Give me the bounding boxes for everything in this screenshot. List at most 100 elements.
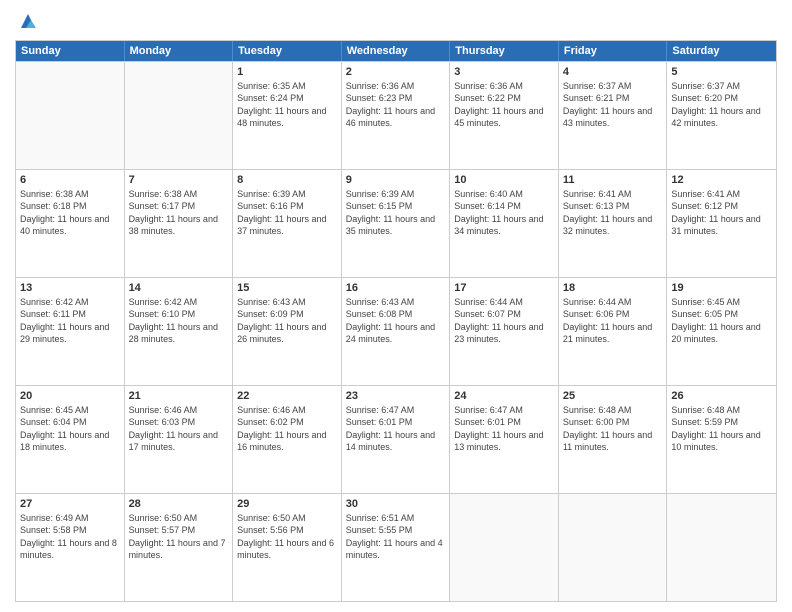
- logo-icon: [17, 10, 39, 32]
- day-cell: 16Sunrise: 6:43 AM Sunset: 6:08 PM Dayli…: [342, 278, 451, 385]
- cell-info: Sunrise: 6:50 AM Sunset: 5:57 PM Dayligh…: [129, 512, 229, 561]
- day-number: 25: [563, 389, 663, 403]
- header: [15, 10, 777, 32]
- weekday-header: Friday: [559, 41, 668, 61]
- day-cell: 21Sunrise: 6:46 AM Sunset: 6:03 PM Dayli…: [125, 386, 234, 493]
- calendar-row: 6Sunrise: 6:38 AM Sunset: 6:18 PM Daylig…: [16, 169, 776, 277]
- weekday-header: Sunday: [16, 41, 125, 61]
- day-number: 8: [237, 173, 337, 187]
- cell-info: Sunrise: 6:39 AM Sunset: 6:15 PM Dayligh…: [346, 188, 446, 237]
- cell-info: Sunrise: 6:50 AM Sunset: 5:56 PM Dayligh…: [237, 512, 337, 561]
- page: SundayMondayTuesdayWednesdayThursdayFrid…: [0, 0, 792, 612]
- calendar-row: 27Sunrise: 6:49 AM Sunset: 5:58 PM Dayli…: [16, 493, 776, 601]
- cell-info: Sunrise: 6:44 AM Sunset: 6:06 PM Dayligh…: [563, 296, 663, 345]
- cell-info: Sunrise: 6:46 AM Sunset: 6:02 PM Dayligh…: [237, 404, 337, 453]
- day-cell: 12Sunrise: 6:41 AM Sunset: 6:12 PM Dayli…: [667, 170, 776, 277]
- day-cell: 27Sunrise: 6:49 AM Sunset: 5:58 PM Dayli…: [16, 494, 125, 601]
- day-cell: 22Sunrise: 6:46 AM Sunset: 6:02 PM Dayli…: [233, 386, 342, 493]
- day-cell: 26Sunrise: 6:48 AM Sunset: 5:59 PM Dayli…: [667, 386, 776, 493]
- empty-cell: [667, 494, 776, 601]
- day-cell: 4Sunrise: 6:37 AM Sunset: 6:21 PM Daylig…: [559, 62, 668, 169]
- day-cell: 19Sunrise: 6:45 AM Sunset: 6:05 PM Dayli…: [667, 278, 776, 385]
- cell-info: Sunrise: 6:47 AM Sunset: 6:01 PM Dayligh…: [346, 404, 446, 453]
- cell-info: Sunrise: 6:37 AM Sunset: 6:21 PM Dayligh…: [563, 80, 663, 129]
- day-cell: 2Sunrise: 6:36 AM Sunset: 6:23 PM Daylig…: [342, 62, 451, 169]
- calendar-row: 1Sunrise: 6:35 AM Sunset: 6:24 PM Daylig…: [16, 61, 776, 169]
- day-number: 23: [346, 389, 446, 403]
- cell-info: Sunrise: 6:49 AM Sunset: 5:58 PM Dayligh…: [20, 512, 120, 561]
- day-number: 17: [454, 281, 554, 295]
- day-number: 11: [563, 173, 663, 187]
- weekday-header: Wednesday: [342, 41, 451, 61]
- day-number: 10: [454, 173, 554, 187]
- day-number: 3: [454, 65, 554, 79]
- logo: [15, 10, 39, 32]
- weekday-header: Thursday: [450, 41, 559, 61]
- day-number: 29: [237, 497, 337, 511]
- cell-info: Sunrise: 6:46 AM Sunset: 6:03 PM Dayligh…: [129, 404, 229, 453]
- day-number: 15: [237, 281, 337, 295]
- cell-info: Sunrise: 6:51 AM Sunset: 5:55 PM Dayligh…: [346, 512, 446, 561]
- cell-info: Sunrise: 6:38 AM Sunset: 6:17 PM Dayligh…: [129, 188, 229, 237]
- cell-info: Sunrise: 6:37 AM Sunset: 6:20 PM Dayligh…: [671, 80, 772, 129]
- empty-cell: [16, 62, 125, 169]
- day-cell: 30Sunrise: 6:51 AM Sunset: 5:55 PM Dayli…: [342, 494, 451, 601]
- day-number: 20: [20, 389, 120, 403]
- cell-info: Sunrise: 6:42 AM Sunset: 6:10 PM Dayligh…: [129, 296, 229, 345]
- day-number: 1: [237, 65, 337, 79]
- day-cell: 23Sunrise: 6:47 AM Sunset: 6:01 PM Dayli…: [342, 386, 451, 493]
- cell-info: Sunrise: 6:48 AM Sunset: 6:00 PM Dayligh…: [563, 404, 663, 453]
- day-cell: 18Sunrise: 6:44 AM Sunset: 6:06 PM Dayli…: [559, 278, 668, 385]
- calendar: SundayMondayTuesdayWednesdayThursdayFrid…: [15, 40, 777, 602]
- day-number: 13: [20, 281, 120, 295]
- day-number: 12: [671, 173, 772, 187]
- weekday-header: Tuesday: [233, 41, 342, 61]
- cell-info: Sunrise: 6:40 AM Sunset: 6:14 PM Dayligh…: [454, 188, 554, 237]
- cell-info: Sunrise: 6:36 AM Sunset: 6:22 PM Dayligh…: [454, 80, 554, 129]
- day-cell: 25Sunrise: 6:48 AM Sunset: 6:00 PM Dayli…: [559, 386, 668, 493]
- day-number: 9: [346, 173, 446, 187]
- empty-cell: [125, 62, 234, 169]
- cell-info: Sunrise: 6:44 AM Sunset: 6:07 PM Dayligh…: [454, 296, 554, 345]
- day-cell: 11Sunrise: 6:41 AM Sunset: 6:13 PM Dayli…: [559, 170, 668, 277]
- day-cell: 15Sunrise: 6:43 AM Sunset: 6:09 PM Dayli…: [233, 278, 342, 385]
- cell-info: Sunrise: 6:35 AM Sunset: 6:24 PM Dayligh…: [237, 80, 337, 129]
- day-cell: 29Sunrise: 6:50 AM Sunset: 5:56 PM Dayli…: [233, 494, 342, 601]
- day-number: 5: [671, 65, 772, 79]
- day-number: 26: [671, 389, 772, 403]
- day-number: 28: [129, 497, 229, 511]
- day-number: 21: [129, 389, 229, 403]
- calendar-row: 13Sunrise: 6:42 AM Sunset: 6:11 PM Dayli…: [16, 277, 776, 385]
- day-cell: 5Sunrise: 6:37 AM Sunset: 6:20 PM Daylig…: [667, 62, 776, 169]
- day-cell: 17Sunrise: 6:44 AM Sunset: 6:07 PM Dayli…: [450, 278, 559, 385]
- day-cell: 8Sunrise: 6:39 AM Sunset: 6:16 PM Daylig…: [233, 170, 342, 277]
- weekday-header: Monday: [125, 41, 234, 61]
- day-cell: 10Sunrise: 6:40 AM Sunset: 6:14 PM Dayli…: [450, 170, 559, 277]
- cell-info: Sunrise: 6:36 AM Sunset: 6:23 PM Dayligh…: [346, 80, 446, 129]
- day-number: 22: [237, 389, 337, 403]
- day-number: 30: [346, 497, 446, 511]
- day-number: 7: [129, 173, 229, 187]
- day-cell: 20Sunrise: 6:45 AM Sunset: 6:04 PM Dayli…: [16, 386, 125, 493]
- cell-info: Sunrise: 6:47 AM Sunset: 6:01 PM Dayligh…: [454, 404, 554, 453]
- day-number: 18: [563, 281, 663, 295]
- calendar-header: SundayMondayTuesdayWednesdayThursdayFrid…: [16, 41, 776, 61]
- cell-info: Sunrise: 6:48 AM Sunset: 5:59 PM Dayligh…: [671, 404, 772, 453]
- day-number: 27: [20, 497, 120, 511]
- cell-info: Sunrise: 6:45 AM Sunset: 6:04 PM Dayligh…: [20, 404, 120, 453]
- day-number: 2: [346, 65, 446, 79]
- day-number: 4: [563, 65, 663, 79]
- day-cell: 7Sunrise: 6:38 AM Sunset: 6:17 PM Daylig…: [125, 170, 234, 277]
- day-number: 19: [671, 281, 772, 295]
- day-cell: 28Sunrise: 6:50 AM Sunset: 5:57 PM Dayli…: [125, 494, 234, 601]
- empty-cell: [450, 494, 559, 601]
- cell-info: Sunrise: 6:41 AM Sunset: 6:13 PM Dayligh…: [563, 188, 663, 237]
- day-cell: 13Sunrise: 6:42 AM Sunset: 6:11 PM Dayli…: [16, 278, 125, 385]
- empty-cell: [559, 494, 668, 601]
- cell-info: Sunrise: 6:43 AM Sunset: 6:08 PM Dayligh…: [346, 296, 446, 345]
- day-number: 6: [20, 173, 120, 187]
- day-cell: 3Sunrise: 6:36 AM Sunset: 6:22 PM Daylig…: [450, 62, 559, 169]
- calendar-body: 1Sunrise: 6:35 AM Sunset: 6:24 PM Daylig…: [16, 61, 776, 601]
- calendar-row: 20Sunrise: 6:45 AM Sunset: 6:04 PM Dayli…: [16, 385, 776, 493]
- day-number: 16: [346, 281, 446, 295]
